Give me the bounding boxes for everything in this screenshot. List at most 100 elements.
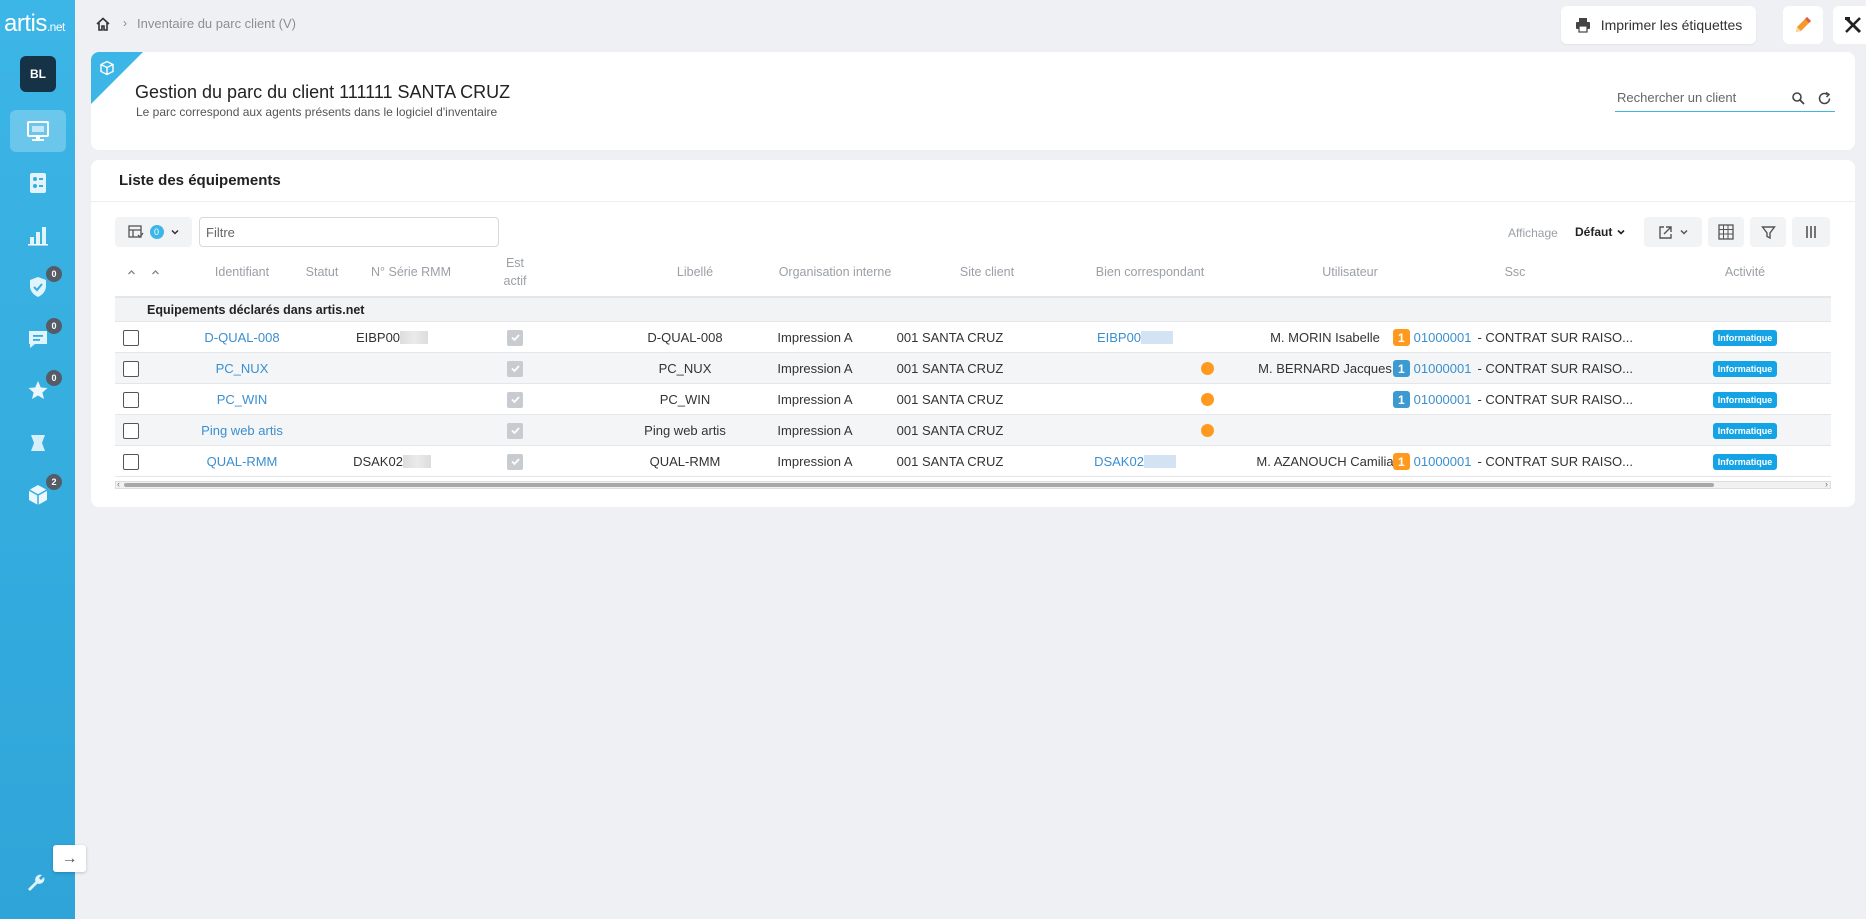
horizontal-scrollbar[interactable]: ‹ › bbox=[115, 479, 1831, 489]
identifiant-link[interactable]: PC_NUX bbox=[167, 353, 317, 384]
column-header-bien[interactable]: Bien correspondant bbox=[1050, 248, 1250, 296]
filter-input[interactable] bbox=[199, 217, 499, 247]
home-icon[interactable] bbox=[95, 16, 111, 35]
monitor-icon bbox=[27, 121, 49, 141]
column-header-identifiant[interactable]: Identifiant bbox=[197, 248, 287, 296]
breadcrumb-current: Inventaire du parc client (V) bbox=[137, 16, 296, 31]
filter-button[interactable] bbox=[1750, 217, 1786, 247]
ssc-cell: 1 01000001 - CONTRAT SUR RAISO... bbox=[1393, 353, 1633, 384]
ssc-code-link[interactable]: 01000001 bbox=[1414, 454, 1472, 469]
page-subtitle: Le parc correspond aux agents présents d… bbox=[136, 105, 498, 119]
client-search-input[interactable] bbox=[1617, 90, 1777, 105]
script-icon bbox=[31, 435, 45, 451]
expand-all-icon[interactable] bbox=[143, 248, 167, 296]
ssc-cell: 1 01000001 - CONTRAT SUR RAISO... bbox=[1393, 384, 1633, 415]
table-row[interactable]: Ping web artis Ping web artis Impression A… bbox=[115, 415, 1831, 446]
bien-link[interactable]: EIBP00 bbox=[1055, 322, 1215, 353]
organisation-cell: Impression A bbox=[777, 330, 853, 345]
column-header-statut[interactable]: Statut bbox=[287, 248, 357, 296]
sidebar: artis.net BL 0 0 0 2 → bbox=[0, 0, 86, 919]
sidebar-item-stats[interactable] bbox=[10, 214, 66, 256]
cube-badge: 2 bbox=[46, 474, 62, 490]
identifiant-link[interactable]: QUAL-RMM bbox=[167, 446, 317, 477]
sidebar-item-cube[interactable]: 2 bbox=[10, 474, 66, 516]
organisation-cell: Impression A bbox=[777, 423, 853, 438]
ssc-code-link[interactable]: 01000001 bbox=[1414, 392, 1472, 407]
sidebar-item-star[interactable]: 0 bbox=[10, 370, 66, 412]
site-cell: 001 SANTA CRUZ bbox=[896, 330, 1004, 345]
ssc-code-link[interactable]: 01000001 bbox=[1414, 330, 1472, 345]
column-header-serie[interactable]: N° Série RMM bbox=[357, 248, 465, 296]
column-header-organisation[interactable]: Organisation interne bbox=[735, 248, 935, 296]
table-row[interactable]: D-QUAL-008 EIBP00 D-QUAL-008 Impression A 00… bbox=[115, 322, 1831, 353]
actif-checkbox bbox=[495, 446, 535, 477]
grid-layout-button[interactable] bbox=[1708, 217, 1744, 247]
collapse-all-icon[interactable] bbox=[119, 248, 143, 296]
sidebar-item-shield[interactable]: 0 bbox=[10, 266, 66, 308]
row-checkbox[interactable] bbox=[119, 322, 143, 353]
sidebar-item-chat[interactable]: 0 bbox=[10, 318, 66, 360]
display-select[interactable]: Défaut bbox=[1575, 225, 1626, 239]
sidebar-item-inventory[interactable] bbox=[10, 162, 66, 204]
tools-cross-icon bbox=[1844, 16, 1862, 34]
avatar[interactable]: BL bbox=[20, 56, 56, 92]
ssc-number-badge: 1 bbox=[1393, 360, 1410, 377]
table-row[interactable]: PC_NUX PC_NUX Impression A 001 SANTA CRUZ M.… bbox=[115, 353, 1831, 384]
shield-badge: 0 bbox=[46, 266, 62, 282]
ssc-cell: 1 01000001 - CONTRAT SUR RAISO... bbox=[1393, 322, 1633, 353]
search-icon[interactable] bbox=[1791, 91, 1805, 108]
refresh-icon[interactable] bbox=[1817, 91, 1832, 109]
sidebar-item-monitor[interactable] bbox=[10, 110, 66, 152]
pencil-icon bbox=[1796, 17, 1811, 32]
serie-cell: DSAK02 bbox=[337, 446, 447, 477]
column-header-actif-line2: actif bbox=[503, 274, 527, 288]
row-checkbox[interactable] bbox=[119, 384, 143, 415]
scroll-left-icon[interactable]: ‹ bbox=[117, 479, 120, 489]
organisation-cell: Impression A bbox=[777, 392, 853, 407]
client-search bbox=[1615, 88, 1835, 112]
wrench-icon[interactable] bbox=[24, 872, 48, 899]
equipment-list-card: Liste des équipements 0 Affichage Défaut… bbox=[91, 160, 1855, 507]
row-checkbox[interactable] bbox=[119, 446, 143, 477]
identifiant-link[interactable]: Ping web artis bbox=[167, 415, 317, 446]
chevron-down-icon bbox=[1617, 229, 1625, 235]
table-row[interactable]: PC_WIN PC_WIN Impression A 001 SANTA CRUZ 1 0… bbox=[115, 384, 1831, 415]
cube-outline-icon bbox=[99, 60, 115, 79]
column-header-libelle[interactable]: Libellé bbox=[665, 248, 725, 296]
edit-button[interactable] bbox=[1783, 6, 1823, 44]
ssc-code-link[interactable]: 01000001 bbox=[1414, 361, 1472, 376]
app-logo[interactable]: artis.net bbox=[4, 10, 65, 38]
column-header-site[interactable]: Site client bbox=[933, 248, 1041, 296]
group-row[interactable]: Equipements déclarés dans artis.net bbox=[115, 298, 1831, 322]
column-header-utilisateur[interactable]: Utilisateur bbox=[1275, 248, 1425, 296]
grid-icon bbox=[1718, 224, 1734, 240]
sidebar-item-script[interactable] bbox=[10, 422, 66, 464]
column-header-activite[interactable]: Activité bbox=[1705, 248, 1785, 296]
collapse-sidebar-button[interactable]: → bbox=[53, 845, 86, 872]
serie-cell: EIBP00 bbox=[337, 322, 447, 353]
row-checkbox[interactable] bbox=[119, 353, 143, 384]
tools-button[interactable] bbox=[1833, 6, 1866, 44]
star-badge: 0 bbox=[46, 370, 62, 386]
scrollbar-thumb[interactable] bbox=[124, 483, 1714, 487]
scroll-right-icon[interactable]: › bbox=[1825, 479, 1828, 489]
row-checkbox[interactable] bbox=[119, 415, 143, 446]
status-dot bbox=[1197, 353, 1217, 384]
ssc-cell: 1 01000001 - CONTRAT SUR RAISO... bbox=[1393, 446, 1633, 477]
table-row[interactable]: QUAL-RMM DSAK02 QUAL-RMM Impression A 001 SA… bbox=[115, 446, 1831, 477]
identifiant-link[interactable]: PC_WIN bbox=[167, 384, 317, 415]
export-button[interactable] bbox=[1644, 217, 1702, 247]
masked-value bbox=[1143, 455, 1176, 468]
column-header-actif-line1: Est bbox=[505, 256, 525, 270]
print-labels-button[interactable]: Imprimer les étiquettes bbox=[1561, 6, 1756, 44]
chevron-down-icon bbox=[1679, 229, 1688, 235]
identifiant-link[interactable]: D-QUAL-008 bbox=[167, 322, 317, 353]
display-label: Affichage bbox=[1508, 226, 1558, 240]
bien-link[interactable]: DSAK02 bbox=[1055, 446, 1215, 477]
saved-views-button[interactable]: 0 bbox=[115, 217, 192, 247]
masked-value bbox=[1141, 331, 1174, 344]
chat-badge: 0 bbox=[46, 318, 62, 334]
columns-button[interactable] bbox=[1792, 217, 1830, 247]
column-header-actif[interactable]: Est actif bbox=[495, 248, 535, 296]
column-header-ssc[interactable]: Ssc bbox=[1475, 248, 1555, 296]
